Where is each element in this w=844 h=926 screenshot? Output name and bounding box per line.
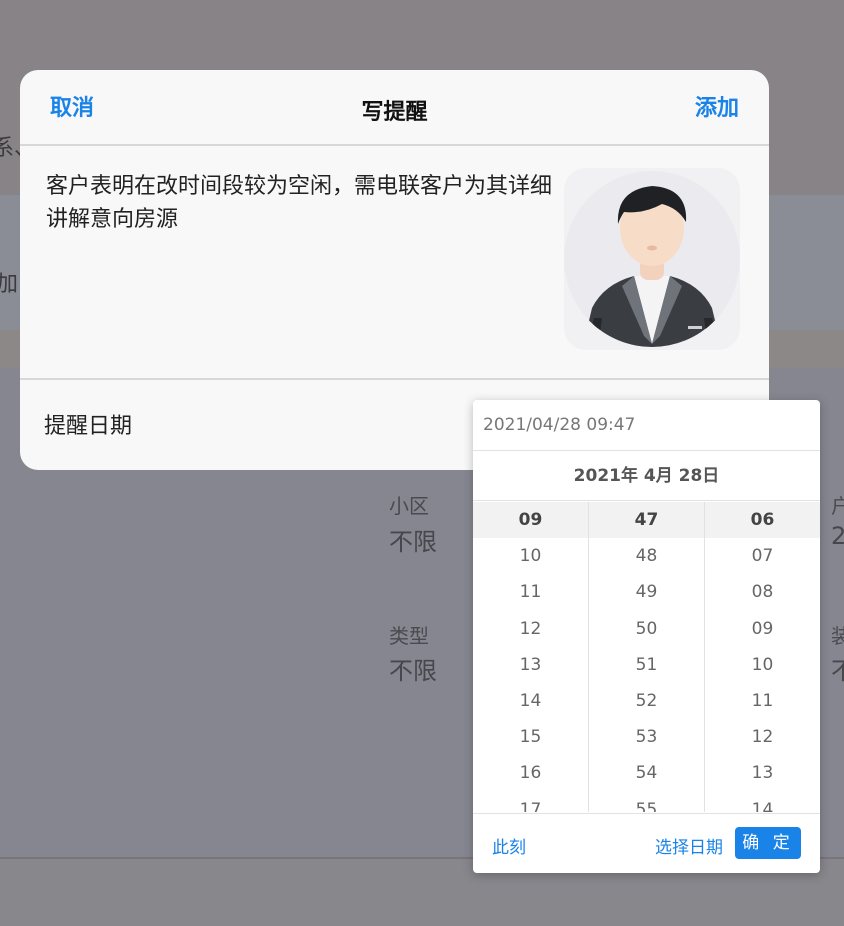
hour-column[interactable]: 09 10 11 12 13 14 15 16 17 <box>473 502 589 812</box>
hour-cell[interactable]: 12 <box>473 611 588 647</box>
bg-field-label: 小区 <box>389 494 429 518</box>
minute-column[interactable]: 47 48 49 50 51 52 53 54 55 <box>589 502 705 812</box>
reminder-date-label[interactable]: 提醒日期 <box>44 408 132 440</box>
user-avatar-icon <box>564 168 740 350</box>
second-cell[interactable]: 12 <box>705 719 820 755</box>
bg-field-label: 类型 <box>389 624 429 648</box>
second-cell[interactable]: 10 <box>705 647 820 683</box>
bg-field-value: 不 <box>831 657 844 685</box>
add-button[interactable]: 添加 <box>695 90 739 122</box>
minute-cell[interactable]: 55 <box>589 792 704 813</box>
bg-field-label: 装 <box>831 624 844 648</box>
second-cell[interactable]: 14 <box>705 792 820 813</box>
second-cell[interactable]: 06 <box>705 502 820 539</box>
dialog-title: 写提醒 <box>361 100 428 125</box>
time-columns: 09 10 11 12 13 14 15 16 17 47 48 49 50 51 52 53 54 55 06… <box>473 502 820 812</box>
bg-field-value: 2 <box>831 522 844 550</box>
bg-field-value: 不限 <box>389 657 437 685</box>
minute-cell[interactable]: 53 <box>589 719 704 755</box>
now-button[interactable]: 此刻 <box>492 833 526 858</box>
hour-cell[interactable]: 11 <box>473 574 588 610</box>
hour-cell[interactable]: 17 <box>473 792 588 813</box>
minute-cell[interactable]: 52 <box>589 683 704 719</box>
bg-field-label: 户 <box>831 494 844 518</box>
hour-cell[interactable]: 13 <box>473 647 588 683</box>
bg-fragment-text: 加 <box>0 272 19 297</box>
second-column[interactable]: 06 07 08 09 10 11 12 13 14 <box>705 502 820 812</box>
minute-cell[interactable]: 49 <box>589 574 704 610</box>
hour-cell[interactable]: 09 <box>473 502 588 539</box>
bg-field-value: 不限 <box>389 528 437 556</box>
choose-date-button[interactable]: 选择日期 <box>655 833 723 858</box>
row-divider <box>20 378 769 380</box>
second-cell[interactable]: 11 <box>705 683 820 719</box>
second-cell[interactable]: 07 <box>705 538 820 574</box>
hour-cell[interactable]: 15 <box>473 719 588 755</box>
picker-date-header[interactable]: 2021年 4月 28日 <box>473 452 820 501</box>
minute-cell[interactable]: 51 <box>589 647 704 683</box>
hour-cell[interactable]: 10 <box>473 538 588 574</box>
minute-cell[interactable]: 50 <box>589 611 704 647</box>
hour-cell[interactable]: 14 <box>473 683 588 719</box>
datetime-input[interactable]: 2021/04/28 09:47 <box>473 400 820 451</box>
confirm-button[interactable]: 确 定 <box>735 827 801 859</box>
hour-cell[interactable]: 16 <box>473 755 588 791</box>
datetime-picker: 2021/04/28 09:47 2021年 4月 28日 09 10 11 12 13… <box>473 400 820 873</box>
minute-cell[interactable]: 48 <box>589 538 704 574</box>
minute-cell[interactable]: 47 <box>589 502 704 539</box>
dialog-header: 取消 写提醒 添加 <box>20 70 769 146</box>
second-cell[interactable]: 08 <box>705 574 820 610</box>
second-cell[interactable]: 13 <box>705 755 820 791</box>
reminder-note-text[interactable]: 客户表明在改时间段较为空闲，需电联客户为其详细讲解意向房源 <box>46 170 566 236</box>
picker-footer: 此刻 选择日期 确 定 <box>473 813 820 873</box>
minute-cell[interactable]: 54 <box>589 755 704 791</box>
second-cell[interactable]: 09 <box>705 611 820 647</box>
